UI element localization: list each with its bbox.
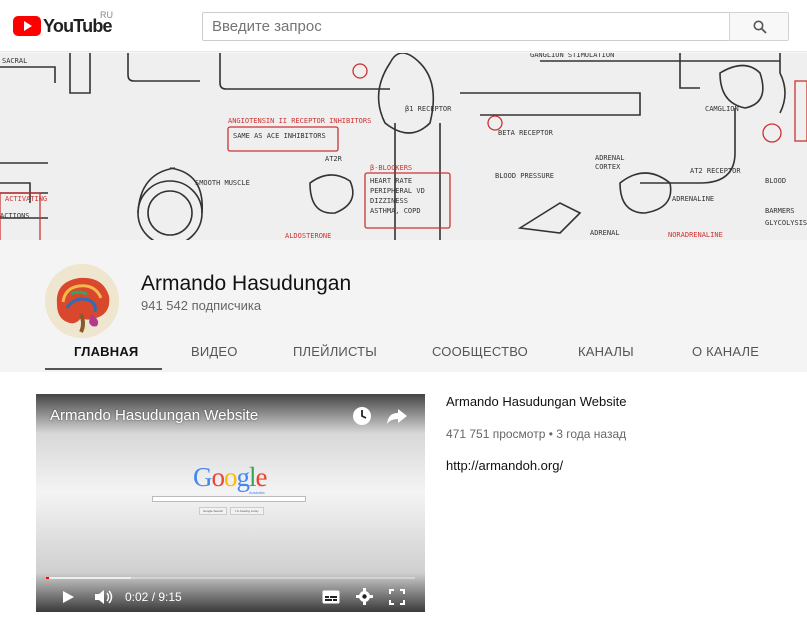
svg-text:PERIPHERAL VD: PERIPHERAL VD: [370, 187, 425, 195]
video-title[interactable]: Armando Hasudungan Website: [446, 394, 626, 409]
tab-videos[interactable]: ВИДЕО: [191, 344, 238, 359]
svg-text:β-BLOCKERS: β-BLOCKERS: [370, 164, 412, 172]
subtitles-icon[interactable]: [322, 590, 340, 604]
view-count: 471 751 просмотр: [446, 427, 546, 441]
svg-text:BETA RECEPTOR: BETA RECEPTOR: [498, 129, 554, 137]
buffer-bar: [49, 577, 131, 579]
active-tab-indicator: [45, 368, 162, 370]
svg-text:BARMERS: BARMERS: [765, 207, 795, 215]
progress-fill: [46, 577, 49, 579]
svg-text:DIZZINESS: DIZZINESS: [370, 197, 408, 205]
svg-text:GANGLION STIMULATION: GANGLION STIMULATION: [530, 53, 614, 59]
subscriber-count: 941 542 подписчика: [141, 298, 262, 313]
duration: 9:15: [158, 590, 182, 604]
svg-text:AT2R: AT2R: [325, 155, 343, 163]
time-display: 0:02 / 9:15: [125, 590, 182, 604]
volume-icon[interactable]: [94, 589, 114, 605]
svg-text:SAME AS ACE INHIBITORS: SAME AS ACE INHIBITORS: [233, 132, 326, 140]
google-logo: Google: [193, 462, 267, 492]
masthead: YouTube RU: [0, 0, 807, 52]
google-search-btn: Google Search: [199, 507, 227, 515]
tab-playlists[interactable]: ПЛЕЙЛИСТЫ: [293, 344, 377, 359]
video-player[interactable]: Google Australia Google Search I'm Feeli…: [36, 394, 425, 612]
svg-text:GLYCOLYSIS: GLYCOLYSIS: [765, 219, 807, 227]
logo-region: RU: [100, 10, 113, 20]
svg-text:NORADRENALINE: NORADRENALINE: [668, 231, 723, 239]
player-title[interactable]: Armando Hasudungan Website: [50, 407, 258, 424]
svg-text:ASTHMA, COPD: ASTHMA, COPD: [370, 207, 421, 215]
settings-gear-icon[interactable]: [356, 588, 373, 605]
video-frame: Google Australia Google Search I'm Feeli…: [36, 394, 425, 612]
google-region: Australia: [249, 490, 265, 495]
channel-banner: SACRAL GANGLION STIMULATION CAMGLION SAM…: [0, 53, 807, 240]
svg-text:ALDOSTERONE: ALDOSTERONE: [285, 232, 331, 240]
feeling-lucky-btn: I'm Feeling Lucky: [230, 507, 264, 515]
svg-text:ADRENAL: ADRENAL: [590, 229, 620, 237]
banner-label: SACRAL: [2, 57, 27, 65]
tab-channels[interactable]: КАНАЛЫ: [578, 344, 634, 359]
svg-text:AT2 RECEPTOR: AT2 RECEPTOR: [690, 167, 741, 175]
search-icon: [753, 20, 767, 34]
google-search-box: [152, 496, 306, 502]
tab-home[interactable]: ГЛАВНАЯ: [74, 344, 138, 359]
video-meta: 471 751 просмотр • 3 года назад: [446, 427, 627, 441]
channel-avatar[interactable]: [45, 264, 119, 338]
svg-text:ACTIONS: ACTIONS: [0, 212, 30, 220]
svg-text:CORTEX: CORTEX: [595, 163, 621, 171]
svg-text:ADRENAL: ADRENAL: [595, 154, 625, 162]
fullscreen-icon[interactable]: [389, 589, 405, 605]
svg-text:CAMGLION: CAMGLION: [705, 105, 739, 113]
channel-name: Armando Hasudungan: [141, 272, 352, 295]
current-time: 0:02: [125, 590, 149, 604]
youtube-logo[interactable]: YouTube RU: [13, 10, 113, 38]
svg-text:BLOOD PRESSURE: BLOOD PRESSURE: [495, 172, 554, 180]
watch-later-icon[interactable]: [352, 406, 372, 426]
svg-text:β1 RECEPTOR: β1 RECEPTOR: [405, 105, 452, 113]
share-icon[interactable]: [386, 407, 408, 425]
channel-content: Google Australia Google Search I'm Feeli…: [0, 372, 807, 634]
play-icon: [13, 16, 41, 36]
play-icon[interactable]: [61, 590, 75, 604]
upload-age: 3 года назад: [556, 427, 627, 441]
channel-header: Armando Hasudungan 941 542 подписчика ГЛ…: [0, 240, 807, 372]
tab-community[interactable]: СООБЩЕСТВО: [432, 344, 528, 359]
video-description-link[interactable]: http://armandoh.org/: [446, 458, 563, 473]
svg-text:HEART RATE: HEART RATE: [370, 177, 412, 185]
search-input[interactable]: [202, 12, 730, 41]
svg-text:ACTIVATING: ACTIVATING: [5, 195, 47, 203]
svg-text:ANGIOTENSIN II RECEPTOR INHIBI: ANGIOTENSIN II RECEPTOR INHIBITORS: [228, 117, 371, 125]
svg-text:BLOOD: BLOOD: [765, 177, 786, 185]
svg-text:ADRENALINE: ADRENALINE: [672, 195, 714, 203]
svg-text:SMOOTH MUSCLE: SMOOTH MUSCLE: [195, 179, 250, 187]
search-button[interactable]: [729, 12, 789, 41]
tab-about[interactable]: О КАНАЛЕ: [692, 344, 759, 359]
channel-tabs: ГЛАВНАЯ ВИДЕО ПЛЕЙЛИСТЫ СООБЩЕСТВО КАНАЛ…: [0, 338, 807, 372]
